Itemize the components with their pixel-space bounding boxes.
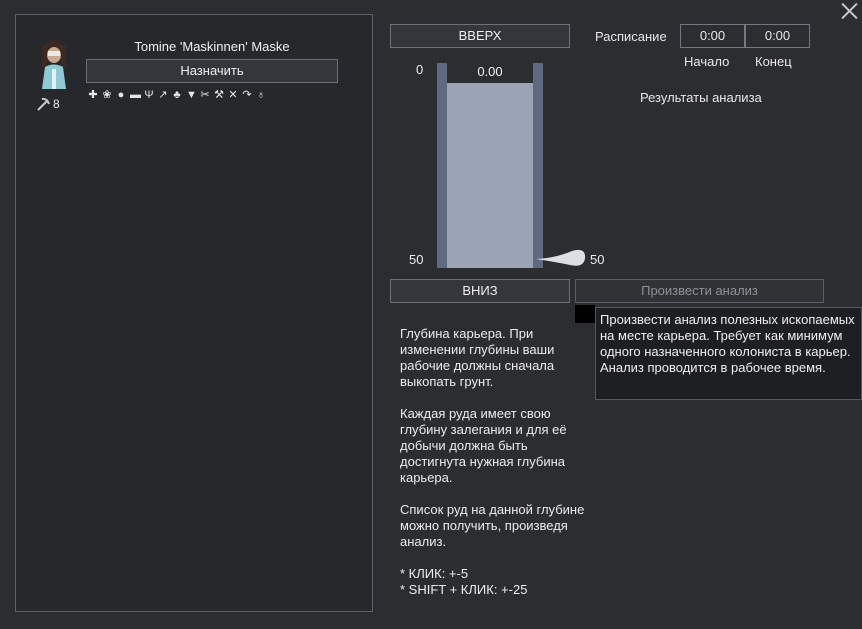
depth-down-button[interactable]: ВНИЗ <box>390 279 570 303</box>
end-time-field[interactable]: 0:00 <box>745 24 810 48</box>
depth-fill <box>447 83 533 268</box>
click-hints: * КЛИК: +-5 * SHIFT + КЛИК: +-25 <box>400 566 528 597</box>
flask-icon[interactable]: ♁ <box>256 89 266 101</box>
redo-icon[interactable]: ↷ <box>242 89 252 101</box>
pickaxe-icon <box>37 97 50 111</box>
depth-up-button[interactable]: ВВЕРХ <box>390 24 570 48</box>
target-depth-handle[interactable] <box>536 248 586 268</box>
depth-description: Глубина карьера. При изменении глубины в… <box>400 326 595 614</box>
current-depth: 0.00 <box>477 64 503 79</box>
analyze-tooltip: Произвести анализ полезных ископаемых на… <box>595 307 862 400</box>
mining-skill: 8 <box>36 97 60 111</box>
colonist-name: Tomine 'Maskinnen' Maske <box>134 39 290 54</box>
depth-gauge[interactable] <box>437 63 544 268</box>
gauge-rail-right <box>533 63 543 268</box>
start-time-label: Начало <box>684 54 730 69</box>
brick-icon[interactable]: ▬ <box>130 89 141 101</box>
hammer-icon[interactable]: ⚒ <box>214 89 224 101</box>
mining-skill-value: 8 <box>53 97 60 111</box>
schedule-label: Расписание <box>595 29 667 44</box>
mouse-cursor <box>575 305 595 323</box>
description-paragraph: Каждая руда имеет свою глубину залегания… <box>400 406 567 485</box>
target-depth-label: 50 <box>590 252 605 267</box>
paw-icon[interactable]: ❀ <box>102 89 112 101</box>
scissors-icon[interactable]: ✂ <box>200 89 210 101</box>
gauge-rail-left <box>437 63 447 268</box>
plant-icon[interactable]: ♣ <box>172 89 182 101</box>
analysis-results-title: Результаты анализа <box>640 90 762 105</box>
work-type-icons: ✚ ❀ ● ▬ Ψ ↗ ♣ ▼ ✂ ⚒ ✕ ↷ ♁ <box>88 89 266 101</box>
anvil-icon[interactable]: ▼ <box>186 89 197 101</box>
colonist-avatar[interactable] <box>36 37 72 89</box>
sprout-icon[interactable]: Ψ <box>144 89 154 101</box>
pickaxe-icon[interactable]: ↗ <box>158 89 168 101</box>
tools-icon[interactable]: ✕ <box>228 89 238 101</box>
start-time-field[interactable]: 0:00 <box>680 24 745 48</box>
description-paragraph: Список руд на данной глубине можно получ… <box>400 502 585 549</box>
cross-icon[interactable]: ✚ <box>88 89 98 101</box>
close-x-icon[interactable] <box>837 0 861 22</box>
assign-button[interactable]: Назначить <box>86 59 338 83</box>
colonist-panel: Tomine 'Maskinnen' Maske Назначить ✚ ❀ ●… <box>15 14 373 612</box>
end-time-label: Конец <box>755 54 792 69</box>
cloud-icon[interactable]: ● <box>116 89 126 101</box>
analyze-button[interactable]: Произвести анализ <box>575 279 824 303</box>
depth-max-label: 50 <box>409 252 424 267</box>
description-paragraph: Глубина карьера. При изменении глубины в… <box>400 326 555 389</box>
depth-min-label: 0 <box>416 62 424 77</box>
